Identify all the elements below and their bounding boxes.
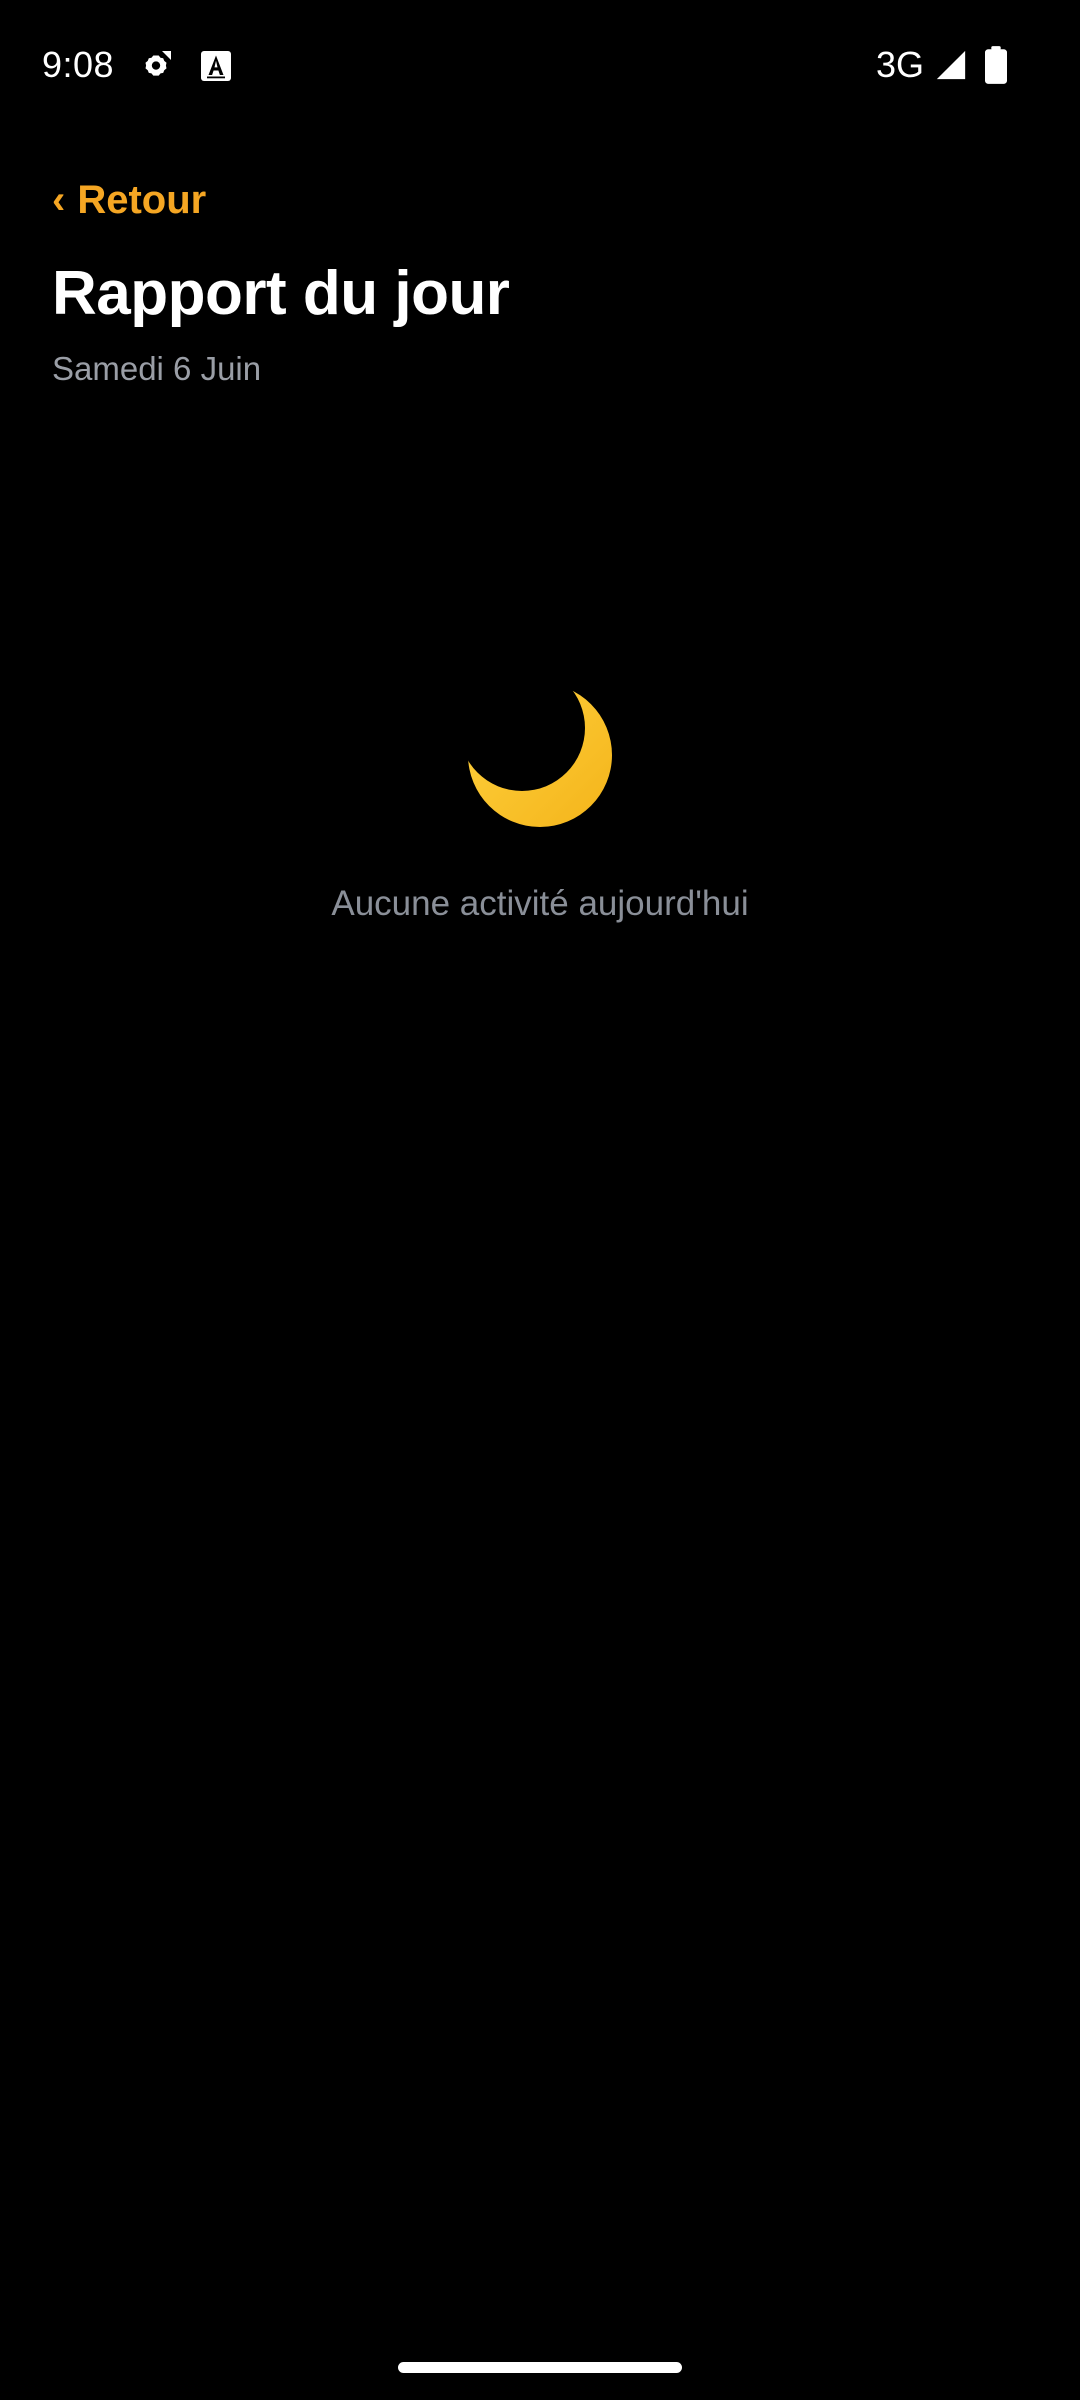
- back-label: Retour: [77, 178, 207, 222]
- page-title: Rapport du jour: [52, 259, 510, 328]
- network-type: 3G: [876, 44, 925, 85]
- status-time: 9:08: [42, 44, 115, 85]
- text-icon: [201, 51, 231, 81]
- home-indicator[interactable]: [398, 2362, 682, 2373]
- status-bar: 9:08 3G: [0, 0, 1080, 132]
- empty-state: Aucune activité aujourd'hui: [0, 680, 1080, 924]
- settings-icon: [145, 51, 171, 76]
- signal-icon: [936, 50, 966, 80]
- page-date: Samedi 6 Juin: [52, 350, 262, 387]
- battery-icon: [985, 46, 1007, 84]
- crescent-moon-icon: [468, 683, 612, 827]
- chevron-left-icon: ‹: [52, 177, 66, 222]
- back-button[interactable]: ‹ Retour: [52, 178, 206, 223]
- empty-state-message: Aucune activité aujourd'hui: [331, 884, 749, 923]
